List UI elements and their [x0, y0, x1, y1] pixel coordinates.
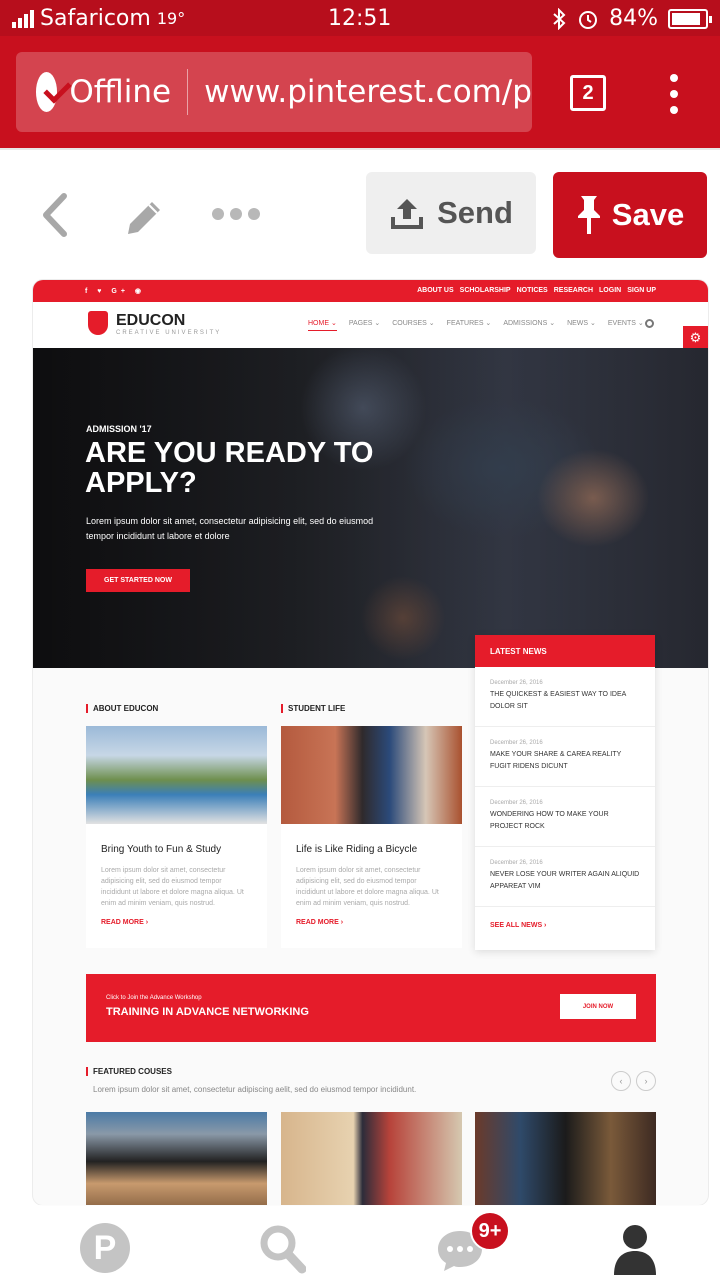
nav-item: EVENTS ⌄ — [607, 320, 644, 327]
site-topbar: f ♥ G+ ◉ ABOUT US SCHOLARSHIP NOTICES RE… — [33, 280, 708, 302]
bottom-tab-bar: P 9+ — [0, 1205, 720, 1280]
news-title: WONDERING HOW TO MAKE YOUR PROJECT ROCK — [490, 811, 609, 830]
signal-icon — [12, 9, 34, 28]
clock: 12:51 — [328, 6, 392, 31]
hero-kicker: ADMISSION '17 — [86, 424, 152, 434]
hero-lead: Lorem ipsum dolor sit amet, consectetur … — [86, 516, 374, 541]
url-divider — [187, 69, 189, 115]
carrier-name: Safaricom — [40, 6, 151, 31]
card-title: Bring Youth to Fun & Study — [101, 844, 222, 855]
site-tagline: CREATIVE UNIVERSITY — [116, 330, 222, 336]
hero-title: ARE YOU READY TO APPLY? — [85, 437, 374, 499]
top-link: SCHOLARSHIP — [459, 287, 511, 294]
nav-item: COURSES ⌄ — [392, 320, 435, 327]
browser-toolbar: Offline www.pinterest.com/p 2 — [0, 36, 720, 148]
pin-image[interactable]: f ♥ G+ ◉ ABOUT US SCHOLARSHIP NOTICES RE… — [33, 280, 708, 1205]
student-card: Life is Like Riding a Bicycle Lorem ipsu… — [281, 726, 462, 948]
hero-cta: GET STARTED NOW — [86, 569, 190, 592]
banner-small-text: Click to Join the Advance Workshop — [106, 995, 202, 1001]
top-link: ABOUT US — [417, 287, 454, 294]
student-heading: STUDENT LIFE — [281, 704, 345, 713]
join-now-button: JOIN NOW — [560, 994, 636, 1019]
prev-arrow-icon: ‹ — [611, 1071, 631, 1091]
featured-subtitle: Lorem ipsum dolor sit amet, consectetur … — [93, 1085, 417, 1094]
workshop-banner: Click to Join the Advance Workshop TRAIN… — [86, 974, 656, 1042]
more-options-icon[interactable] — [212, 208, 260, 220]
battery-icon — [668, 8, 712, 29]
course-photo — [281, 1112, 462, 1205]
notification-badge: 9+ — [470, 1211, 510, 1251]
students-photo — [86, 726, 267, 824]
news-date: December 26, 2016 — [490, 680, 543, 686]
top-link: RESEARCH — [553, 287, 594, 294]
course-photo — [86, 1112, 267, 1205]
news-date: December 26, 2016 — [490, 740, 543, 746]
news-item: December 26, 2016 NEVER LOSE YOUR WRITER… — [475, 847, 655, 907]
pinterest-home-icon[interactable]: P — [80, 1223, 130, 1273]
card-text: Lorem ipsum dolor sit amet, consectetur … — [296, 867, 439, 907]
social-links: f ♥ G+ ◉ — [85, 288, 145, 295]
edit-pencil-icon[interactable] — [122, 196, 166, 240]
save-label: Save — [611, 197, 685, 232]
nav-item: ADMISSIONS ⌄ — [503, 320, 556, 327]
card-title: Life is Like Riding a Bicycle — [296, 844, 418, 855]
about-card: Bring Youth to Fun & Study Lorem ipsum d… — [86, 726, 267, 948]
next-arrow-icon: › — [636, 1071, 656, 1091]
offline-check-icon — [36, 72, 58, 112]
site-search-icon — [645, 319, 654, 328]
read-more-link: READ MORE › — [296, 919, 344, 926]
course-photo — [475, 1112, 656, 1205]
site-nav: HOME ⌄ PAGES ⌄ COURSES ⌄ FEATURES ⌄ ADMI… — [308, 319, 644, 331]
send-button[interactable]: Send — [366, 172, 536, 254]
status-bar: Safaricom 19° 12:51 84% — [0, 0, 720, 36]
battery-percent: 84% — [609, 6, 658, 31]
nav-item: NEWS ⌄ — [567, 320, 596, 327]
see-all-news-link: SEE ALL NEWS › — [490, 922, 547, 929]
hero-photo: ADMISSION '17 ARE YOU READY TO APPLY? Lo… — [33, 348, 708, 668]
read-more-link: READ MORE › — [101, 919, 149, 926]
pin-action-bar: Send Save — [0, 148, 720, 268]
profile-icon[interactable] — [612, 1223, 658, 1275]
news-date: December 26, 2016 — [490, 860, 543, 866]
search-icon[interactable] — [258, 1223, 306, 1275]
news-item: December 26, 2016 MAKE YOUR SHARE & CARE… — [475, 727, 655, 787]
site-header: EDUCON CREATIVE UNIVERSITY HOME ⌄ PAGES … — [33, 302, 708, 348]
save-button[interactable]: Save — [553, 172, 707, 258]
news-title: NEVER LOSE YOUR WRITER AGAIN ALIQUID APP… — [490, 871, 640, 890]
news-title: MAKE YOUR SHARE & CAREA REALITY FUGIT RI… — [490, 751, 622, 770]
alarm-icon — [579, 10, 598, 29]
nav-item: HOME ⌄ — [308, 319, 337, 331]
banner-title: TRAINING IN ADVANCE NETWORKING — [106, 1006, 309, 1018]
news-item: December 26, 2016 WONDERING HOW TO MAKE … — [475, 787, 655, 847]
top-link: LOGIN — [599, 287, 622, 294]
back-arrow-icon[interactable] — [36, 190, 76, 240]
pushpin-icon — [577, 196, 600, 234]
nav-item: FEATURES ⌄ — [446, 320, 492, 327]
news-title: THE QUICKEST & EASIEST WAY TO IDEA DOLOR… — [490, 691, 626, 710]
top-links: ABOUT US SCHOLARSHIP NOTICES RESEARCH LO… — [417, 287, 656, 294]
send-label: Send — [437, 195, 513, 230]
temperature: 19° — [156, 9, 186, 28]
offline-label: Offline — [69, 74, 172, 110]
upload-icon — [391, 199, 424, 229]
shield-logo-icon — [88, 311, 108, 335]
about-heading: ABOUT EDUCON — [86, 704, 158, 713]
news-date: December 26, 2016 — [490, 800, 543, 806]
browser-menu-icon[interactable] — [664, 74, 684, 114]
news-heading: LATEST NEWS — [475, 635, 655, 667]
nav-item: PAGES ⌄ — [348, 320, 381, 327]
bluetooth-icon — [553, 7, 566, 30]
card-text: Lorem ipsum dolor sit amet, consectetur … — [101, 867, 244, 907]
address-bar[interactable]: Offline www.pinterest.com/p — [16, 52, 532, 132]
site-brand: EDUCON — [116, 312, 186, 329]
top-link: SIGN UP — [627, 287, 656, 294]
featured-heading: FEATURED COUSES — [86, 1067, 172, 1076]
url-text[interactable]: www.pinterest.com/p — [204, 74, 532, 110]
latest-news-panel: LATEST NEWS December 26, 2016 THE QUICKE… — [475, 635, 655, 950]
news-item: December 26, 2016 THE QUICKEST & EASIEST… — [475, 667, 655, 727]
gear-icon: ⚙ — [683, 326, 708, 350]
top-link: NOTICES — [516, 287, 548, 294]
student-photo — [281, 726, 462, 824]
tab-switcher-button[interactable]: 2 — [570, 75, 606, 111]
